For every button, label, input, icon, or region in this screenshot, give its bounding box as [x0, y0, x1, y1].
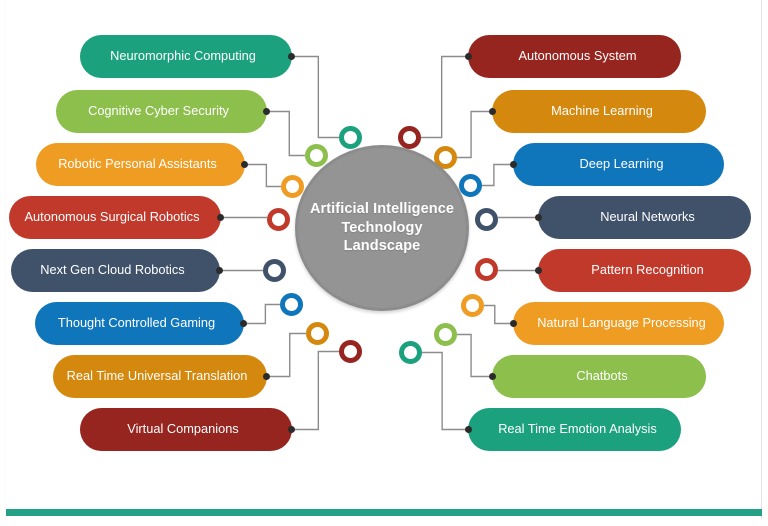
branch-pill-label: Natural Language Processing [537, 315, 706, 331]
branch-ring-icon [339, 126, 362, 149]
branch-pill-label: Thought Controlled Gaming [57, 315, 216, 331]
connector-dot [263, 373, 270, 380]
branch-pill-natural-language-processing[interactable]: Natural Language Processing [513, 302, 724, 345]
connector-line [267, 110, 305, 157]
branch-pill-label: Autonomous System [518, 48, 637, 64]
branch-pill-label: Deep Learning [579, 156, 664, 172]
connector-dot [535, 214, 542, 221]
connector-dot [216, 267, 223, 274]
center-node-line-2: Technology [341, 219, 423, 236]
branch-pill-label: Robotic Personal Assistants [58, 156, 217, 172]
connector-line [457, 110, 492, 159]
connector-dot [217, 214, 224, 221]
connector-dot [489, 373, 496, 380]
center-node-line-3: Landscape [343, 238, 421, 255]
branch-ring-icon [434, 323, 457, 346]
branch-pill-autonomous-surgical-robotics[interactable]: Autonomous Surgical Robotics [9, 196, 221, 239]
branch-pill-virtual-companions[interactable]: Virtual Companions [80, 408, 292, 451]
center-node: Artificial Intelligence Technology Lands… [295, 145, 469, 311]
branch-pill-thought-controlled-gaming[interactable]: Thought Controlled Gaming [35, 302, 244, 345]
connector-dot [465, 53, 472, 60]
connector-line [482, 163, 513, 187]
branch-ring-icon [280, 293, 303, 316]
connector-line [292, 55, 339, 139]
branch-pill-label: Autonomous Surgical Robotics [24, 209, 200, 225]
branch-pill-robotic-personal-assistants[interactable]: Robotic Personal Assistants [36, 143, 245, 186]
connector-dot [510, 320, 517, 327]
branch-ring-icon [305, 144, 328, 167]
branch-pill-label: Neural Networks [600, 209, 695, 225]
branch-ring-icon [475, 208, 498, 231]
branch-pill-label: Chatbots [576, 368, 628, 384]
branch-ring-icon [306, 322, 329, 345]
branch-pill-real-time-emotion-analysis[interactable]: Real Time Emotion Analysis [468, 408, 681, 451]
branch-pill-label: Real Time Emotion Analysis [498, 421, 657, 437]
branch-pill-neuromorphic-computing[interactable]: Neuromorphic Computing [80, 35, 292, 78]
center-node-label: Artificial Intelligence Technology Lands… [302, 200, 462, 256]
connector-line [421, 55, 468, 139]
branch-pill-neural-networks[interactable]: Neural Networks [538, 196, 751, 239]
connector-line [292, 350, 339, 431]
branch-pill-label: Machine Learning [551, 103, 653, 119]
connector-dot [535, 267, 542, 274]
branch-ring-icon [459, 174, 482, 197]
connector-dot [489, 108, 496, 115]
connector-dot [263, 108, 270, 115]
branch-pill-label: Cognitive Cyber Security [88, 103, 229, 119]
connector-line [422, 351, 468, 431]
connector-dot [240, 320, 247, 327]
branch-pill-label: Virtual Companions [127, 421, 239, 437]
branch-pill-label: Pattern Recognition [591, 262, 704, 278]
diagram-canvas: Neuromorphic Computing Cognitive Cyber Se… [0, 0, 768, 526]
branch-pill-deep-learning[interactable]: Deep Learning [513, 143, 724, 186]
connector-dot [241, 161, 248, 168]
branch-pill-autonomous-system[interactable]: Autonomous System [468, 35, 681, 78]
center-node-line-1: Artificial Intelligence [309, 201, 455, 218]
branch-ring-icon [475, 258, 498, 281]
connector-line [267, 332, 306, 378]
branch-pill-cognitive-cyber-security[interactable]: Cognitive Cyber Security [56, 90, 267, 133]
branch-ring-icon [263, 259, 286, 282]
connector-line [244, 303, 280, 325]
branch-pill-label: Real Time Universal Translation [66, 368, 248, 384]
branch-ring-icon [267, 208, 290, 231]
connector-line [484, 304, 513, 325]
branch-ring-icon [398, 126, 421, 149]
connector-dot [288, 426, 295, 433]
branch-pill-machine-learning[interactable]: Machine Learning [492, 90, 706, 133]
branch-pill-pattern-recognition[interactable]: Pattern Recognition [538, 249, 751, 292]
connector-dot [288, 53, 295, 60]
branch-ring-icon [339, 340, 362, 363]
branch-pill-next-gen-cloud-robotics[interactable]: Next Gen Cloud Robotics [11, 249, 220, 292]
branch-ring-icon [399, 341, 422, 364]
branch-pill-real-time-universal-translation[interactable]: Real Time Universal Translation [53, 355, 267, 398]
connector-line [457, 333, 492, 378]
branch-ring-icon [281, 175, 304, 198]
connector-dot [510, 161, 517, 168]
branch-pill-label: Neuromorphic Computing [110, 48, 256, 64]
connector-dot [465, 426, 472, 433]
branch-ring-icon [461, 294, 484, 317]
bottom-accent-bar [6, 509, 762, 516]
branch-pill-chatbots[interactable]: Chatbots [492, 355, 706, 398]
connector-line [245, 163, 281, 188]
branch-pill-label: Next Gen Cloud Robotics [40, 262, 185, 278]
